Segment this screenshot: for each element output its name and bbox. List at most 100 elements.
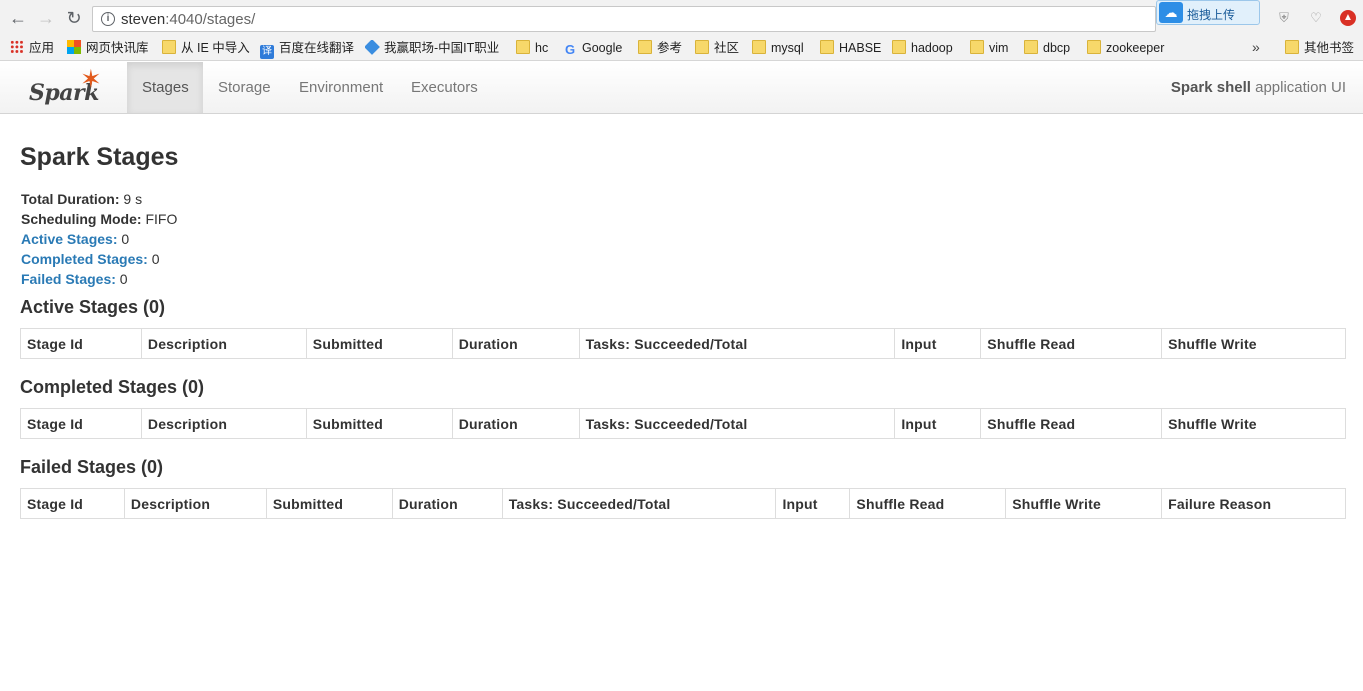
column-header[interactable]: Shuffle Read [980,328,1163,359]
bookmark-other[interactable]: 其他书签 [1285,40,1354,57]
back-icon[interactable]: ← [8,8,28,28]
bookmark-label: 百度在线翻译 [279,41,355,55]
bookmark-label: 从 IE 中导入 [181,41,250,55]
bookmark-zookeeper[interactable]: zookeeper [1087,40,1164,57]
upload-label: 拖拽上传 [1187,8,1236,22]
forward-icon[interactable]: → [36,8,56,28]
column-header[interactable]: Submitted [305,328,453,359]
google-icon: G [564,42,576,57]
tab-storage[interactable]: Storage [203,62,286,113]
column-header[interactable]: Description [140,328,307,359]
spark-logo[interactable]: Spark ✶ [28,66,110,110]
tab-executors[interactable]: Executors [396,62,493,113]
bookmark-label: Google [582,41,623,55]
failed-stages-table: Stage Id Description Submitted Duration … [20,488,1346,519]
url-path: :4040/stages/ [165,11,256,28]
address-bar[interactable]: i steven:4040/stages/ [92,6,1156,32]
update-icon[interactable]: ▲ [1340,10,1356,26]
table-header-row: Stage Id Description Submitted Duration … [20,328,1346,359]
column-header[interactable]: Tasks: Succeeded/Total [578,328,896,359]
bookmark-dbcp[interactable]: dbcp [1024,40,1070,57]
bookmark-hc[interactable]: hc [516,40,548,57]
bookmark-reference[interactable]: 参考 [638,40,682,57]
column-header[interactable]: Tasks: Succeeded/Total [501,488,777,519]
column-header[interactable]: Stage Id [20,408,142,439]
folder-icon [970,40,984,54]
translate-icon: 译 [260,45,274,59]
bookmark-baidu-translate[interactable]: 译百度在线翻译 [260,40,355,59]
failed-stages-link[interactable]: Failed Stages: [21,271,116,287]
job-icon [365,40,380,55]
column-header[interactable]: Shuffle Write [1161,328,1346,359]
failed-stages-count: 0 [115,271,128,287]
column-header[interactable]: Input [775,488,851,519]
column-header[interactable]: Duration [451,328,580,359]
bookmark-label: hadoop [911,41,953,55]
column-header[interactable]: Shuffle Read [849,488,1007,519]
bookmark-apps[interactable]: 应用 [10,40,54,57]
more-bookmarks-chevron-icon[interactable]: » [1252,39,1260,55]
tab-stages[interactable]: Stages [127,62,203,113]
column-header[interactable]: Description [140,408,307,439]
bookmark-vim[interactable]: vim [970,40,1008,57]
bookmark-ie-import[interactable]: 从 IE 中导入 [162,40,250,57]
bookmark-mysql[interactable]: mysql [752,40,804,57]
folder-icon [1285,40,1299,54]
browser-toolbar: ← → ↻ i steven:4040/stages/ ☁ 拖拽上传 ⛨ ♡ ▲ [0,0,1363,36]
upload-extension-button[interactable]: ☁ 拖拽上传 [1156,0,1260,25]
bookmark-label: 社区 [714,41,740,55]
table-header-row: Stage Id Description Submitted Duration … [20,488,1346,519]
bookmark-label: 应用 [29,41,55,55]
bookmark-web-slices[interactable]: 网页快讯库 [67,40,149,57]
failed-stages-row: Failed Stages: 0 [21,269,177,289]
site-info-icon[interactable]: i [101,12,115,26]
column-header[interactable]: Input [894,408,982,439]
column-header[interactable]: Input [894,328,982,359]
column-header[interactable]: Stage Id [20,488,125,519]
column-header[interactable]: Description [123,488,267,519]
column-header[interactable]: Failure Reason [1161,488,1346,519]
column-header[interactable]: Shuffle Read [980,408,1163,439]
reload-icon[interactable]: ↻ [64,8,84,28]
bookmark-google[interactable]: G Google [563,40,622,57]
failed-stages-heading: Failed Stages (0) [20,457,164,477]
bookmark-habse[interactable]: HABSE [820,40,881,57]
column-header[interactable]: Submitted [305,408,453,439]
bookmark-label: 其他书签 [1304,41,1355,55]
heart-shield-icon[interactable]: ♡ [1308,10,1324,26]
folder-icon [820,40,834,54]
active-stages-count: 0 [117,231,130,247]
url-host: steven [121,11,166,28]
folder-icon [162,40,176,54]
column-header[interactable]: Duration [451,408,580,439]
column-header[interactable]: Submitted [265,488,393,519]
bookmark-community[interactable]: 社区 [695,40,739,57]
folder-icon [892,40,906,54]
spark-star-icon: ✶ [80,64,102,94]
bookmark-job-site[interactable]: 我赢职场-中国IT职业 [365,40,503,57]
completed-stages-heading: Completed Stages (0) [20,377,205,397]
bookmark-label: zookeeper [1106,41,1165,55]
column-header[interactable]: Tasks: Succeeded/Total [578,408,896,439]
completed-stages-count: 0 [147,251,160,267]
bookmark-label: hc [535,41,549,55]
folder-icon [516,40,530,54]
column-header[interactable]: Shuffle Write [1005,488,1163,519]
column-header[interactable]: Stage Id [20,328,142,359]
active-stages-table: Stage Id Description Submitted Duration … [20,328,1346,359]
tab-environment[interactable]: Environment [284,62,398,113]
cloud-icon: ☁ [1159,2,1183,23]
table-header-row: Stage Id Description Submitted Duration … [20,408,1346,439]
column-header[interactable]: Shuffle Write [1161,408,1346,439]
bookmark-hadoop[interactable]: hadoop [892,40,953,57]
completed-stages-link[interactable]: Completed Stages: [21,251,148,267]
folder-icon [752,40,766,54]
completed-stages-table: Stage Id Description Submitted Duration … [20,408,1346,439]
active-stages-link[interactable]: Active Stages: [21,231,117,247]
shield-icon[interactable]: ⛨ [1276,10,1292,26]
app-suffix: application UI [1250,79,1346,96]
url-text[interactable]: steven:4040/stages/ [121,11,255,28]
spark-navbar: Spark ✶ Stages Storage Environment Execu… [0,62,1363,114]
active-stages-heading: Active Stages (0) [20,297,166,317]
column-header[interactable]: Duration [391,488,503,519]
